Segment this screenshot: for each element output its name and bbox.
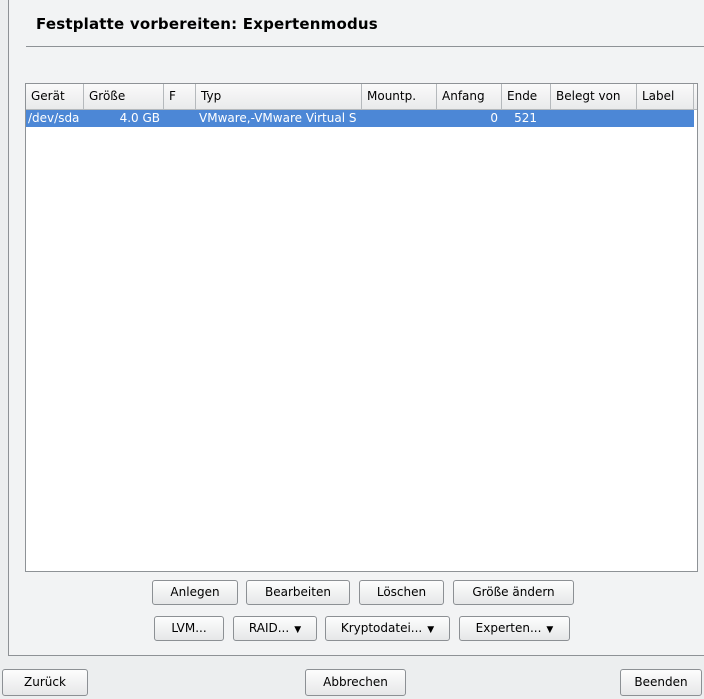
cell-label (637, 110, 694, 127)
column-header-type[interactable]: Typ (196, 84, 362, 109)
chevron-down-icon: ▼ (427, 625, 435, 635)
delete-button[interactable]: Löschen (359, 580, 444, 605)
column-header-used-by[interactable]: Belegt von (551, 84, 637, 109)
expert-menu-button[interactable]: Experten... ▼ (459, 616, 570, 641)
column-header-label[interactable]: Label (637, 84, 694, 109)
title-divider (26, 46, 704, 47)
back-button[interactable]: Zurück (2, 669, 88, 696)
create-button[interactable]: Anlegen (152, 580, 238, 605)
column-header-end[interactable]: Ende (502, 84, 551, 109)
cell-used-by (551, 110, 637, 127)
table-row[interactable]: /dev/sda 4.0 GB VMware,-VMware Virtual S… (26, 110, 694, 127)
abort-button[interactable]: Abbrechen (305, 669, 406, 696)
cell-size: 4.0 GB (119, 111, 160, 125)
chevron-down-icon: ▼ (546, 625, 554, 635)
resize-button[interactable]: Größe ändern (453, 580, 574, 605)
lvm-button[interactable]: LVM... (154, 616, 224, 641)
finish-button[interactable]: Beenden (620, 669, 702, 696)
partition-table[interactable]: Gerät Größe F Typ Mountp. Anfang Ende Be… (25, 83, 698, 572)
cell-device: /dev/sda (28, 111, 80, 125)
raid-button-label: RAID... (248, 621, 290, 635)
cell-f (164, 110, 196, 127)
crypt-menu-button[interactable]: Kryptodatei... ▼ (325, 616, 450, 641)
page-title: Festplatte vorbereiten: Expertenmodus (36, 15, 378, 33)
table-header: Gerät Größe F Typ Mountp. Anfang Ende Be… (26, 84, 697, 110)
raid-menu-button[interactable]: RAID... ▼ (233, 616, 317, 641)
expert-button-label: Experten... (475, 621, 542, 635)
column-header-size[interactable]: Größe (84, 84, 164, 109)
column-header-device[interactable]: Gerät (26, 84, 84, 109)
column-header-f[interactable]: F (164, 84, 196, 109)
crypt-button-label: Kryptodatei... (340, 621, 423, 635)
cell-end: 521 (514, 111, 537, 125)
column-header-start[interactable]: Anfang (437, 84, 502, 109)
cell-type: VMware,-VMware Virtual S (199, 111, 357, 125)
cell-start: 0 (490, 111, 498, 125)
cell-mountpoint (362, 110, 437, 127)
column-header-mountpoint[interactable]: Mountp. (362, 84, 437, 109)
chevron-down-icon: ▼ (294, 625, 302, 635)
edit-button[interactable]: Bearbeiten (246, 580, 350, 605)
